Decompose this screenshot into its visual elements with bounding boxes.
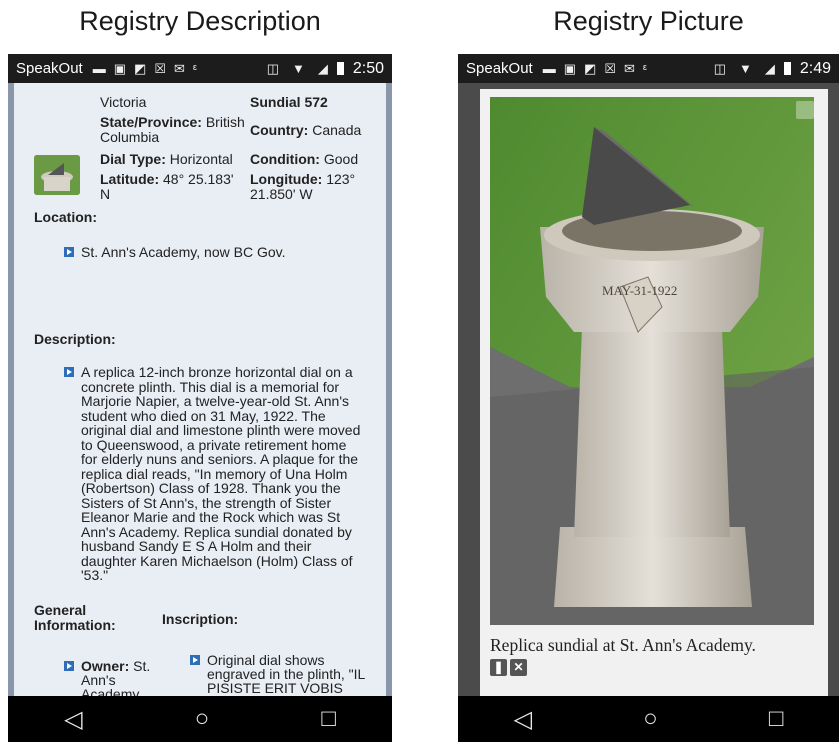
wifi-icon: ▼ [291,61,305,76]
battery-icon [336,62,344,75]
navigation-bar: ◁ ○ □ [8,696,392,742]
pin-icon[interactable]: ❚ [490,659,507,676]
picture-icon: ◩ [584,60,597,76]
state-label: State/Province: [100,114,202,130]
longitude-field: Longitude: 123° 21.850' W [250,172,368,202]
status-time: 2:50 [352,59,384,77]
inscription-item: Original dial shows engraved in the plin… [190,653,370,696]
sundial-photo[interactable]: MAY-31-1922 [490,97,814,625]
condition-label: Condition: [250,151,320,167]
back-icon[interactable]: ◁ [64,705,82,734]
signal-small-icon: ᵋ [642,61,648,76]
description-heading: Description: [34,331,116,347]
image-icon: ▣ [113,60,127,76]
inscription-heading: Inscription: [162,611,239,627]
registry-picture-caption: Registry Picture [553,6,744,36]
sundial-thumbnail[interactable] [34,155,80,195]
phone-screen-picture: SpeakOut ▬ ▣ ◩ ☒ ✉ ᵋ ◫ ▼ ◢ 2:49 MAY-31-1… [458,54,839,742]
signal-small-icon: ᵋ [192,61,198,76]
description-text: A replica 12-inch bronze horizontal dial… [81,364,361,583]
inscription-text: Original dial shows engraved in the plin… [207,652,365,696]
wifi-icon: ▼ [738,61,752,76]
description-item: A replica 12-inch bronze horizontal dial… [64,365,366,583]
close-box-icon: ☒ [604,60,616,76]
owner-field: Owner: St. Ann's Academy, now BC Governm… [81,659,158,696]
back-icon[interactable]: ◁ [514,705,532,734]
close-icon[interactable]: ✕ [510,659,527,676]
condition-value: Good [323,151,359,167]
bullet-icon [190,655,200,665]
navigation-bar: ◁ ○ □ [458,696,839,742]
picture-viewer: MAY-31-1922 Replica sundial at St. Ann's… [458,83,839,696]
location-text: St. Ann's Academy, now BC Gov. [81,244,286,260]
photo-caption: Replica sundial at St. Ann's Academy. [490,635,756,655]
latitude-field: Latitude: 48° 25.183' N [100,172,242,202]
home-icon[interactable]: ○ [195,705,210,733]
description-sheet: Victoria Sundial 572 State/Province: Bri… [14,83,386,696]
bullet-icon [64,247,74,257]
condition-field: Condition: Good [250,152,358,167]
phone-screen-description: SpeakOut ▬ ▣ ◩ ☒ ✉ ᵋ ◫ ▼ ◢ 2:50 Victoria… [8,54,392,742]
general-information-heading: General Information: [34,602,116,633]
battery-icon [783,62,791,75]
right-edge-strip [386,83,392,696]
state-field: State/Province: British Columbia [100,115,246,145]
signal-icon: ◢ [764,60,775,76]
registry-description-caption: Registry Description [79,6,321,36]
status-bar: SpeakOut ▬ ▣ ◩ ☒ ✉ ᵋ ◫ ▼ ◢ 2:49 [458,54,839,83]
dial-type-field: Dial Type: Horizontal [100,152,233,167]
location-heading: Location: [34,209,97,225]
country-label: Country: [250,122,309,138]
country-field: Country: Canada [250,123,361,138]
bullet-icon [64,367,74,377]
country-value: Canada [312,122,362,138]
sundial-number: Sundial 572 [250,94,328,110]
dial-type-label: Dial Type: [100,151,166,167]
status-time: 2:49 [799,59,831,77]
city-value: Victoria [100,94,147,110]
home-icon[interactable]: ○ [643,705,658,733]
message-icon: ▬ [92,61,106,76]
recents-icon[interactable]: □ [321,705,336,733]
mail-icon: ✉ [623,60,635,76]
location-item: St. Ann's Academy, now BC Gov. [64,245,364,259]
status-bar: SpeakOut ▬ ▣ ◩ ☒ ✉ ᵋ ◫ ▼ ◢ 2:50 [8,54,392,83]
owner-item: Owner: St. Ann's Academy, now BC Governm… [64,659,158,696]
message-icon: ▬ [542,61,556,76]
plinth-inscription: MAY-31-1922 [602,283,677,298]
latitude-label: Latitude: [100,171,160,187]
longitude-label: Longitude: [250,171,323,187]
dial-type-value: Horizontal [169,151,233,167]
mail-icon: ✉ [173,60,185,76]
expand-icon[interactable] [796,101,814,119]
image-icon: ▣ [563,60,577,76]
close-box-icon: ☒ [154,60,166,76]
vibrate-icon: ◫ [266,60,279,76]
status-app-name: SpeakOut [16,60,83,77]
picture-icon: ◩ [134,60,147,76]
vibrate-icon: ◫ [713,60,726,76]
photo-card: MAY-31-1922 Replica sundial at St. Ann's… [480,89,828,696]
recents-icon[interactable]: □ [769,705,784,733]
status-app-name: SpeakOut [466,60,533,77]
signal-icon: ◢ [317,60,328,76]
bullet-icon [64,661,74,671]
description-scroll-area[interactable]: Victoria Sundial 572 State/Province: Bri… [8,83,392,696]
